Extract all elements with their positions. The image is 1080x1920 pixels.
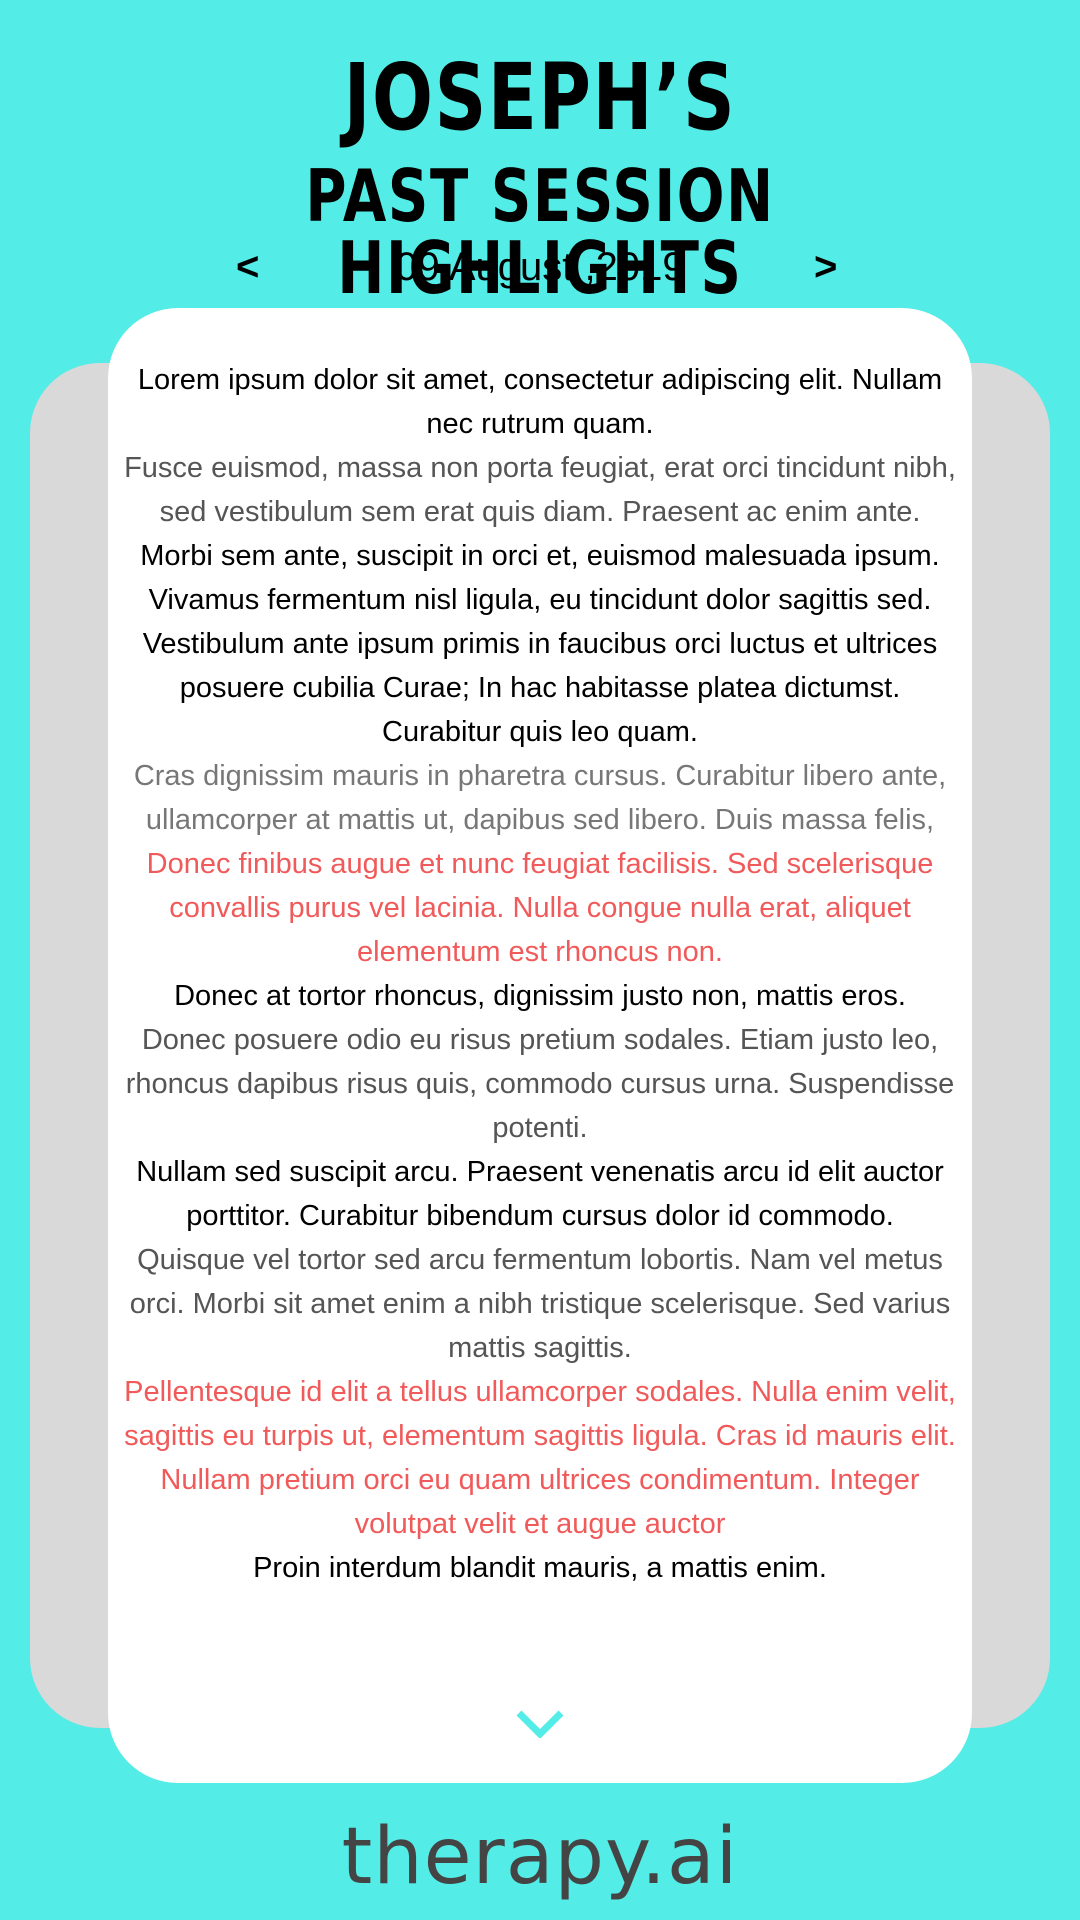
highlight-note: Proin interdum blandit mauris, a mattis … xyxy=(253,1552,827,1584)
session-date: 09 August ,2019 xyxy=(395,245,685,289)
highlight-note: Nullam sed suscipit arcu. Praesent venen… xyxy=(136,1156,944,1232)
highlight-note: Donec posuere odio eu risus pretium soda… xyxy=(125,1024,955,1144)
highlight-note-emphasis: Donec finibus augue et nunc feugiat faci… xyxy=(146,848,934,968)
next-session-button[interactable]: > xyxy=(814,242,837,292)
highlight-note: Lorem ipsum dolor sit amet, consectetur … xyxy=(137,364,943,440)
highlight-note: Morbi sem ante, suscipit in orci et, eui… xyxy=(140,540,940,748)
highlight-note: Fusce euismod, massa non porta feugiat, … xyxy=(124,452,956,528)
date-navigator: < 09 August ,2019 > xyxy=(0,242,1080,292)
patient-name-title: JOSEPH’S xyxy=(343,44,737,151)
highlight-note: Donec at tortor rhoncus, dignissim justo… xyxy=(174,980,906,1012)
highlight-note: Quisque vel tortor sed arcu fermentum lo… xyxy=(129,1244,951,1364)
highlights-list: Lorem ipsum dolor sit amet, consectetur … xyxy=(108,358,972,1590)
brand-logo: therapy.ai xyxy=(341,1812,739,1902)
highlight-note-emphasis: Pellentesque id elit a tellus ullamcorpe… xyxy=(124,1376,956,1540)
chevron-down-icon[interactable] xyxy=(516,1710,564,1738)
highlight-note: Cras dignissim mauris in pharetra cursus… xyxy=(133,760,947,836)
